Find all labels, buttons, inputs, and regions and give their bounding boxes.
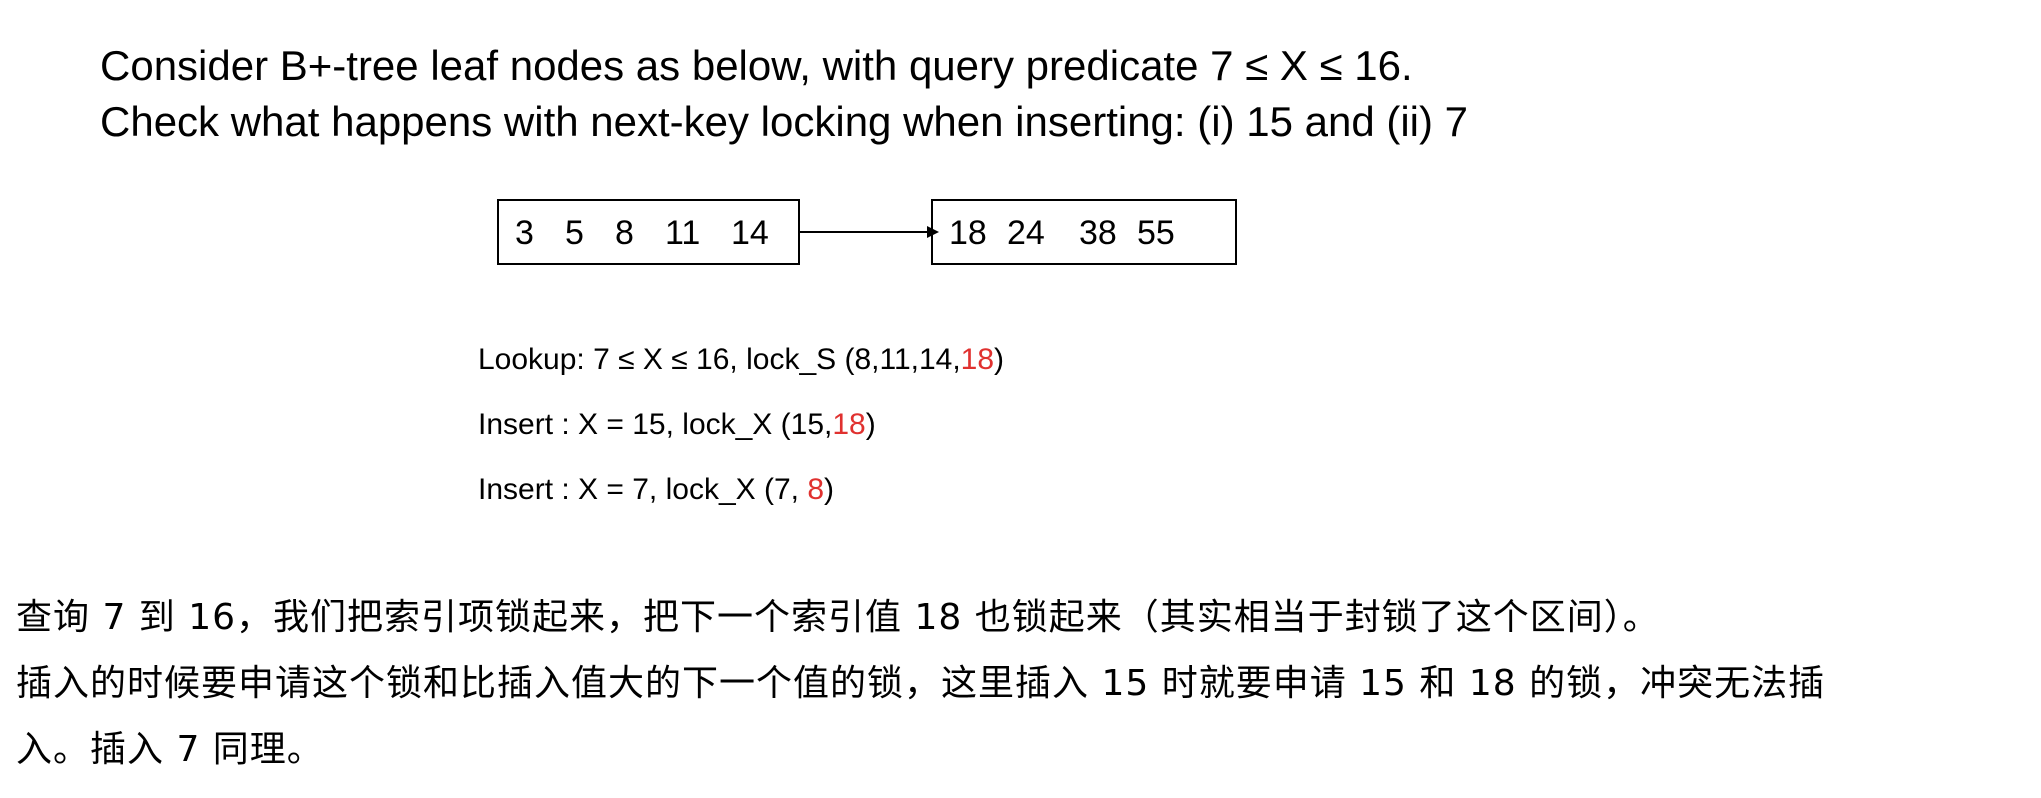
next-key-value: 18 [960,343,995,376]
leaf-key: 24 [1007,214,1045,252]
lock-row-insert-15: Insert : X = 15, lock_X (15,18) [478,405,876,445]
next-key-value: 8 [807,473,824,506]
question-line-1: Consider B+-tree leaf nodes as below, wi… [100,42,1413,89]
question-heading: Consider B+-tree leaf nodes as below, wi… [100,38,1468,150]
leaf-key: 5 [565,214,584,252]
leaf-key: 3 [515,214,534,252]
lock-text: Lookup: 7 ≤ X ≤ 16, lock_S (8,11,14, [478,343,961,376]
lock-text-end: ) [865,408,876,441]
lock-text: Insert : X = 7, lock_X (7, [478,473,808,506]
lock-row-lookup: Lookup: 7 ≤ X ≤ 16, lock_S (8,11,14,18) [478,340,1004,380]
note-line-2: 插入的时候要申请这个锁和比插入值大的下一个值的锁，这里插入 15 时就要申请 1… [16,663,1826,704]
leaf-node-diagram: 3 5 8 11 14 18 24 38 55 [497,199,1237,265]
question-line-2: Check what happens with next-key locking… [100,98,1469,145]
lock-text: Insert : X = 15, lock_X (15, [478,408,833,441]
lock-row-insert-7: Insert : X = 7, lock_X (7, 8) [478,470,834,510]
leaf-key: 8 [615,214,634,252]
leaf-node-1: 3 5 8 11 14 [497,199,800,265]
leaf-key: 38 [1079,214,1117,252]
next-key-value: 18 [832,408,866,441]
note-line-3: 入。插入 7 同理。 [16,729,324,770]
leaf-key: 11 [665,214,701,252]
leaf-key: 14 [731,214,769,252]
leaf-node-2: 18 24 38 55 [931,199,1237,265]
lock-text-end: ) [824,473,834,506]
leaf-key: 55 [1137,214,1175,252]
explanation-note: 查询 7 到 16，我们把索引项锁起来，把下一个索引值 18 也锁起来（其实相当… [16,585,2026,783]
lock-text-end: ) [994,343,1005,376]
leaf-key: 18 [949,214,987,252]
note-line-1: 查询 7 到 16，我们把索引项锁起来，把下一个索引值 18 也锁起来（其实相当… [16,597,1660,638]
